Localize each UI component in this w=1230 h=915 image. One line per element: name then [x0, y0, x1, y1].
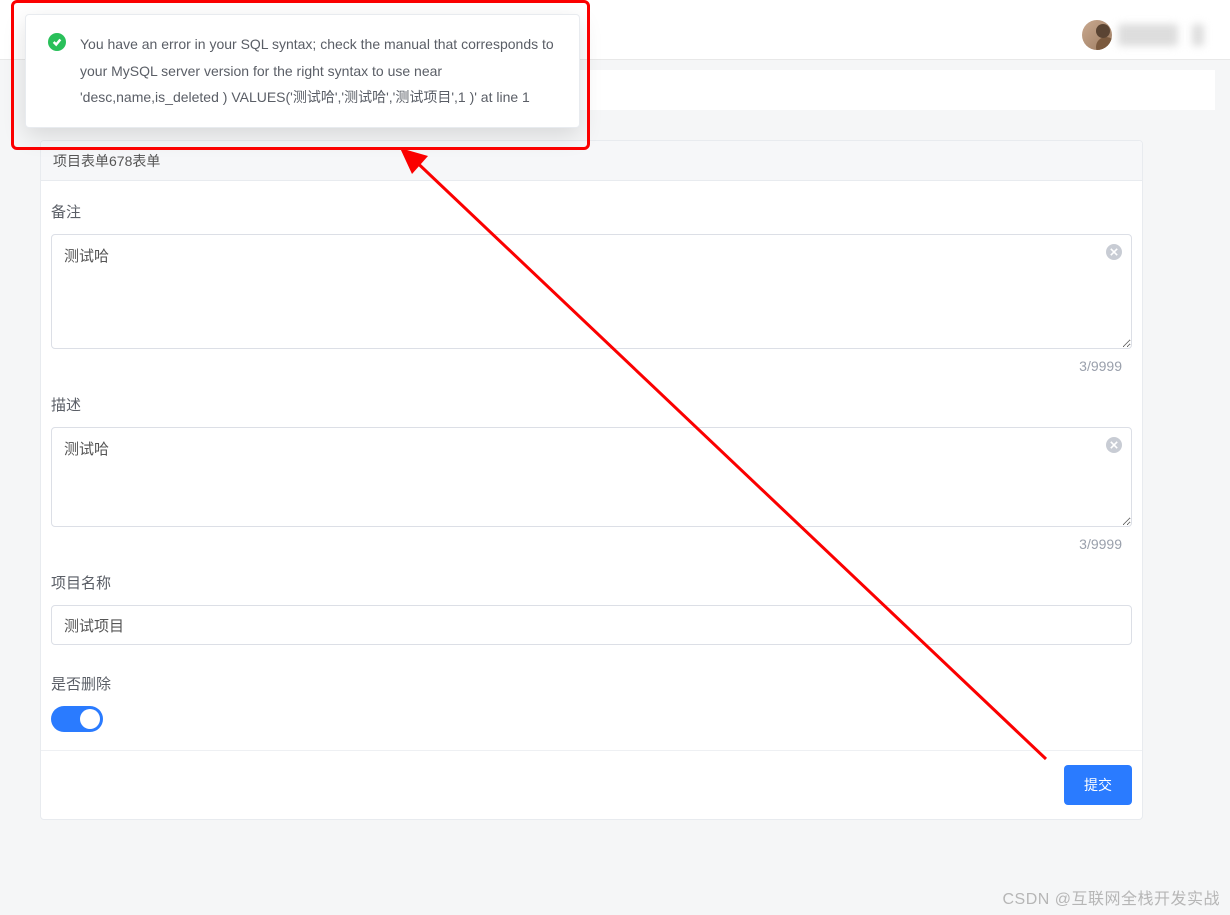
- desc-input[interactable]: [51, 427, 1132, 527]
- field-name: 项目名称: [51, 572, 1132, 645]
- form-card: 项目表单678表单 备注 3/9999 描述 3/9999 项: [40, 140, 1143, 820]
- field-remark: 备注 3/9999: [51, 201, 1132, 352]
- name-label: 项目名称: [51, 572, 1132, 593]
- submit-button[interactable]: 提交: [1064, 765, 1132, 805]
- switch-knob: [80, 709, 100, 729]
- remark-label: 备注: [51, 201, 1132, 222]
- toast-text: You have an error in your SQL syntax; ch…: [80, 36, 554, 105]
- card-title: 项目表单678表单: [41, 141, 1142, 181]
- is-deleted-label: 是否删除: [51, 673, 1132, 694]
- field-desc: 描述 3/9999: [51, 394, 1132, 530]
- desc-counter: 3/9999: [1079, 536, 1122, 552]
- success-icon: [48, 33, 66, 51]
- remark-counter: 3/9999: [1079, 358, 1122, 374]
- is-deleted-switch[interactable]: [51, 706, 103, 732]
- username-blur: [1118, 24, 1178, 46]
- clear-icon[interactable]: [1106, 244, 1122, 260]
- clear-icon[interactable]: [1106, 437, 1122, 453]
- field-is-deleted: 是否删除: [51, 673, 1132, 732]
- name-input[interactable]: [51, 605, 1132, 645]
- watermark: CSDN @互联网全栈开发实战: [1002, 885, 1220, 909]
- username-blur-2: [1192, 24, 1204, 46]
- toast-message: You have an error in your SQL syntax; ch…: [25, 14, 580, 128]
- desc-label: 描述: [51, 394, 1132, 415]
- remark-input[interactable]: [51, 234, 1132, 349]
- avatar[interactable]: [1082, 20, 1112, 50]
- card-footer: 提交: [41, 750, 1142, 819]
